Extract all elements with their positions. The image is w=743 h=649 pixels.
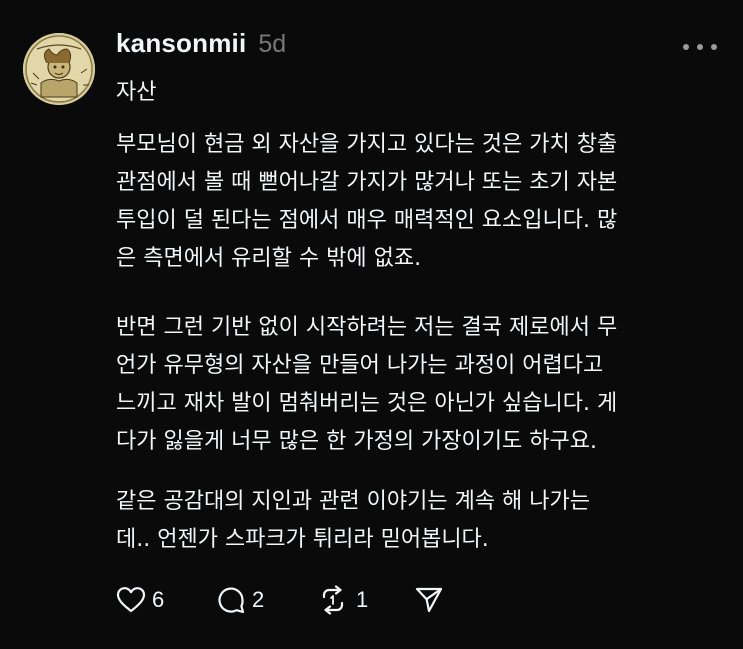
reply-button[interactable]: 2 <box>216 585 316 615</box>
paragraph-3: 같은 공감대의 지인과 관련 이야기는 계속 해 나가는 데.. 언젠가 스파크… <box>116 483 716 559</box>
repost-count: 1 <box>356 587 369 612</box>
reply-count: 2 <box>252 587 265 612</box>
paragraph-2: 반면 그런 기반 없이 시작하려는 저는 결국 제로에서 무 언가 유무형의 자… <box>116 309 716 461</box>
more-dot <box>697 44 703 50</box>
thread-post: kansonmii 5d 자산 부모님이 현금 외 자산을 가지고 있다는 것은… <box>0 0 743 649</box>
text-line: 느끼고 재차 발이 멈춰버리는 것은 아닌가 싶습니다. 게 <box>116 391 618 416</box>
action-bar: 6 2 1 <box>116 582 444 618</box>
post-body: 자산 부모님이 현금 외 자산을 가지고 있다는 것은 가치 창출 관점에서 볼… <box>116 66 716 552</box>
avatar[interactable] <box>23 33 95 105</box>
heart-icon <box>116 587 146 613</box>
text-line: 반면 그런 기반 없이 시작하려는 저는 결국 제로에서 무 <box>116 315 618 340</box>
repost-button[interactable]: 1 <box>316 585 414 615</box>
text-line: 언가 유무형의 자산을 만들어 나가는 과정이 어렵다고 <box>116 353 604 378</box>
like-button[interactable]: 6 <box>116 586 216 614</box>
text-line: 다가 잃을게 너무 많은 한 가정의 가장이기도 하구요. <box>116 429 597 454</box>
post-time: 5d <box>258 30 287 58</box>
more-dot <box>711 44 717 50</box>
more-horizontal-icon[interactable] <box>683 36 717 58</box>
send-icon <box>415 587 443 613</box>
text-line: 은 측면에서 유리할 수 밖에 없죠. <box>116 246 422 271</box>
text-line: 데.. 언젠가 스파크가 튀리라 믿어봅니다. <box>116 527 489 552</box>
avatar-illustration <box>23 33 95 105</box>
share-button[interactable] <box>414 585 444 615</box>
like-count: 6 <box>152 587 165 612</box>
text-line: 관점에서 볼 때 뻗어나갈 가지가 많거나 또는 초기 자본 <box>116 170 618 195</box>
post-title: 자산 <box>116 80 157 105</box>
text-line: 투입이 덜 된다는 점에서 매우 매력적인 요소입니다. 많 <box>116 208 618 233</box>
text-line: 같은 공감대의 지인과 관련 이야기는 계속 해 나가는 <box>116 489 590 514</box>
paragraph-1: 부모님이 현금 외 자산을 가지고 있다는 것은 가치 창출 관점에서 볼 때 … <box>116 126 716 278</box>
more-dot <box>683 44 689 50</box>
comment-bubble-icon <box>218 587 245 614</box>
repost-icon <box>322 585 344 615</box>
text-line: 부모님이 현금 외 자산을 가지고 있다는 것은 가치 창출 <box>116 132 618 157</box>
post-header: kansonmii 5d <box>116 28 286 68</box>
username[interactable]: kansonmii <box>116 28 246 59</box>
